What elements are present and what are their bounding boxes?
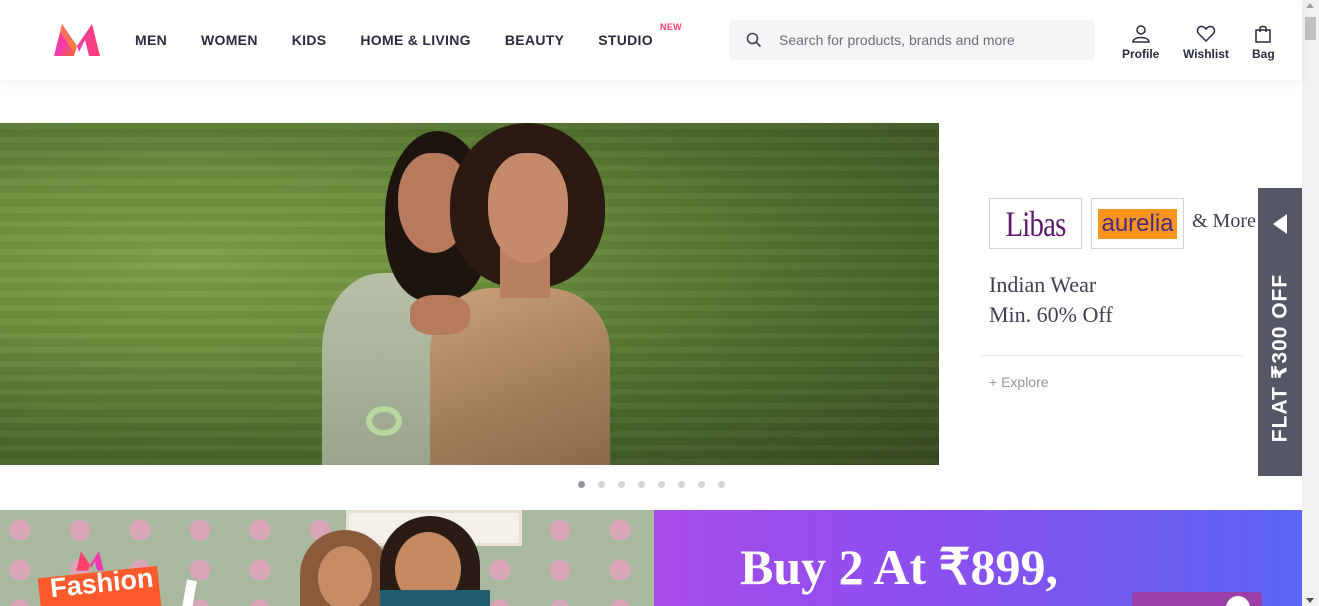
carousel-dot[interactable] (678, 481, 685, 488)
promo-banner-right[interactable]: Buy 2 At ₹899, (654, 510, 1302, 606)
brand-logo-aurelia[interactable]: aurelia (1091, 198, 1184, 249)
flat-offer-text: FLAT ₹300 OFF (1268, 273, 1292, 443)
promo-person-shirt (380, 590, 490, 606)
chevron-left-icon (1273, 214, 1287, 234)
carousel-dot[interactable] (598, 481, 605, 488)
scroll-thumb[interactable] (1305, 17, 1316, 40)
carousel-dot[interactable] (638, 481, 645, 488)
model-hand (410, 295, 470, 335)
promo-right-title: Buy 2 At ₹899, (740, 539, 1058, 595)
aurelia-logo-text: aurelia (1098, 208, 1177, 239)
heart-icon (1196, 25, 1216, 43)
carousel-dot[interactable] (698, 481, 705, 488)
carousel-dot[interactable] (578, 481, 585, 488)
explore-link[interactable]: + Explore (989, 374, 1049, 390)
search-input[interactable] (779, 32, 1079, 48)
carousel-dots (578, 481, 738, 488)
flat-offer-tab[interactable]: FLAT ₹300 OFF (1258, 188, 1302, 476)
promo-person-left-face (318, 546, 372, 606)
search-bar (729, 20, 1095, 60)
user-icon (1131, 25, 1150, 43)
libas-logo-text: Libas (1005, 203, 1066, 244)
model-bangle (366, 406, 402, 436)
nav-kids[interactable]: KIDS (292, 32, 327, 48)
profile-button[interactable]: Profile (1122, 24, 1159, 61)
model-right-face (488, 153, 568, 263)
scroll-down-icon[interactable] (1306, 598, 1314, 603)
nav-beauty[interactable]: BEAUTY (505, 32, 564, 48)
offer-line-1: Indian Wear (989, 272, 1097, 297)
nav-studio-label: STUDIO (598, 32, 653, 48)
main-nav: MEN WOMEN KIDS HOME & LIVING BEAUTY STUD… (135, 0, 687, 80)
hero-divider (980, 355, 1244, 356)
offer-line-2: Min. 60% Off (989, 302, 1113, 327)
wishlist-label: Wishlist (1183, 47, 1229, 61)
hero-banner-image[interactable] (0, 123, 939, 465)
nav-men[interactable]: MEN (135, 32, 167, 48)
search-icon[interactable] (729, 32, 779, 48)
hero-offer-text: Indian Wear Min. 60% Off (989, 270, 1113, 330)
promo-stroke (181, 579, 197, 606)
wishlist-button[interactable]: Wishlist (1183, 24, 1229, 61)
profile-label: Profile (1122, 47, 1160, 61)
nav-studio[interactable]: STUDIO NEW (598, 22, 681, 48)
brand-logo-libas[interactable]: Libas (989, 198, 1082, 249)
nav-home-living[interactable]: HOME & LIVING (360, 32, 470, 48)
carousel-dot[interactable] (658, 481, 665, 488)
carousel-dot[interactable] (618, 481, 625, 488)
bag-button[interactable]: Bag (1252, 24, 1275, 61)
header: MEN WOMEN KIDS HOME & LIVING BEAUTY STUD… (0, 0, 1302, 80)
scroll-up-icon[interactable] (1306, 3, 1314, 8)
bag-icon (1255, 25, 1272, 43)
bag-label: Bag (1252, 47, 1275, 61)
nav-women[interactable]: WOMEN (201, 32, 258, 48)
new-badge: NEW (660, 22, 682, 32)
myntra-logo[interactable] (52, 22, 102, 58)
carousel-dot[interactable] (718, 481, 725, 488)
page: MEN WOMEN KIDS HOME & LIVING BEAUTY STUD… (0, 0, 1319, 606)
page-scrollbar[interactable] (1302, 0, 1319, 606)
more-brands-text: & More (1192, 210, 1256, 232)
